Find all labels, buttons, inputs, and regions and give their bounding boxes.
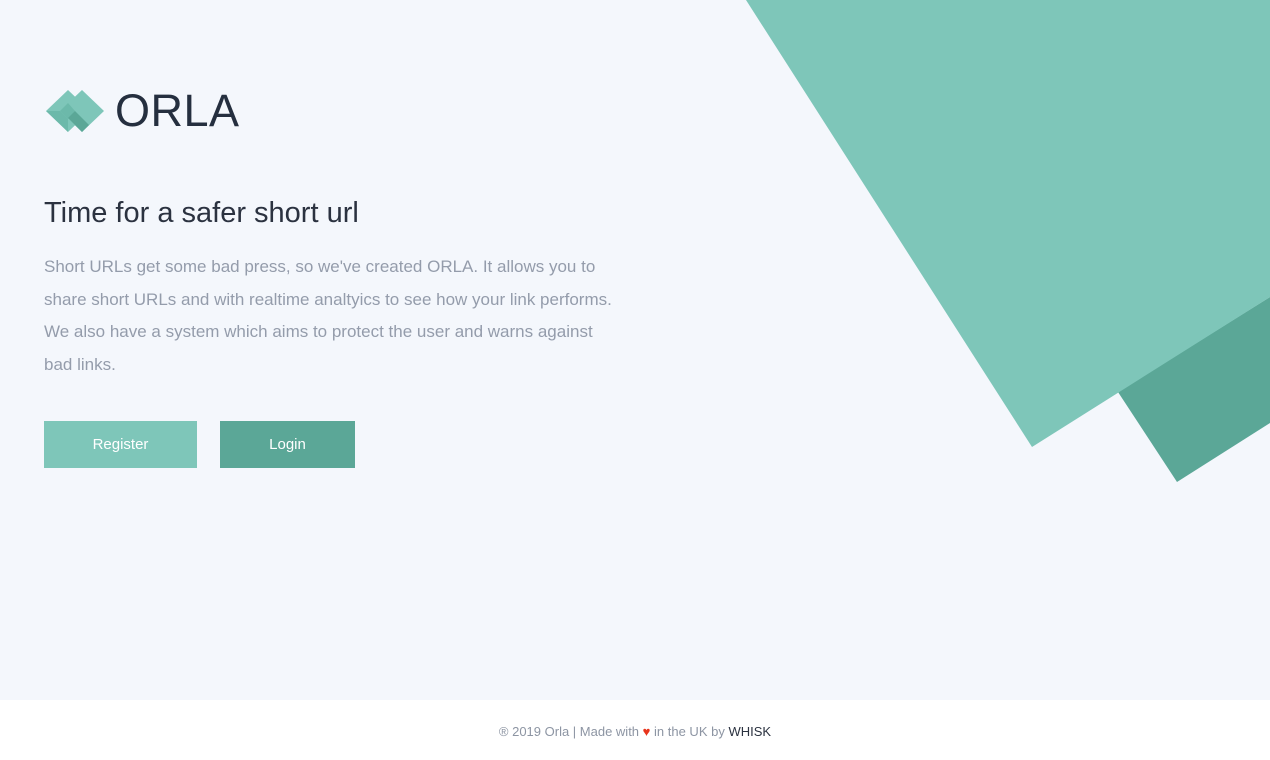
footer-copyright: ® 2019 Orla | Made with <box>498 724 640 739</box>
footer-location: in the UK by <box>654 724 725 739</box>
page-title: Time for a safer short url <box>44 197 359 229</box>
footer-maker-link[interactable]: WHISK <box>728 724 771 739</box>
register-button[interactable]: Register <box>44 421 197 468</box>
intro-text: Short URLs get some bad press, so we've … <box>44 257 612 374</box>
footer: ® 2019 Orla | Made with ♥ in the UK by W… <box>0 700 1270 760</box>
brand-name: ORLA <box>115 85 240 136</box>
logo[interactable]: ORLA <box>45 86 240 136</box>
heart-icon: ♥ <box>642 724 651 739</box>
heart-diamond-logo-icon <box>46 90 104 132</box>
hero-section: ORLA Time for a safer short url Short UR… <box>0 0 1270 700</box>
login-button[interactable]: Login <box>220 421 355 468</box>
